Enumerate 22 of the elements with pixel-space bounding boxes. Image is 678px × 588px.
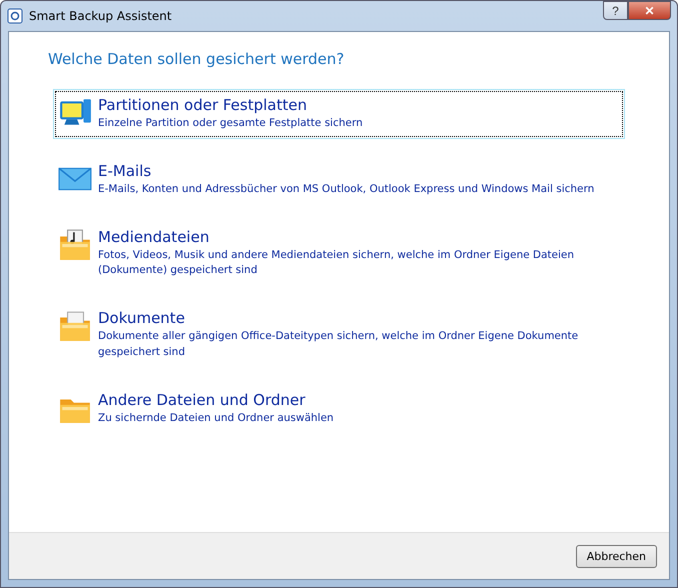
- option-title: E-Mails: [98, 162, 152, 180]
- option-description: Einzelne Partition oder gesamte Festplatte sichern: [98, 116, 363, 131]
- option-title: Mediendateien: [98, 228, 210, 246]
- option-title: Partitionen oder Festplatten: [98, 96, 308, 114]
- option-title: Andere Dateien und Ordner: [98, 390, 306, 408]
- backup-option[interactable]: Mediendateien Fotos, Videos, Musik und andere Mediendateien sichern, welche im Ordner Eigene Dateien (Dokumente) gespeichert sind: [53, 220, 625, 286]
- option-description: Fotos, Videos, Musik und andere Mediendateien sichern, welche im Ordner Eigene Dateien (Dokumente) gespeichert sind: [98, 248, 576, 278]
- help-button[interactable]: ?: [603, 1, 628, 20]
- option-description: Zu sichernde Dateien und Ordner auswählen: [98, 410, 334, 426]
- app-icon: [7, 8, 23, 24]
- document-folder-icon: [58, 309, 92, 343]
- backup-option[interactable]: Dokumente Dokumente aller gängigen Office-Dateitypen sichern, welche im Ordner Eigene Dokumente gespeichert sind: [53, 302, 625, 368]
- option-title: Dokumente: [98, 309, 186, 327]
- backup-option[interactable]: Andere Dateien und Ordner Zu sichernde Dateien und Ordner auswählen: [53, 384, 625, 434]
- backup-option[interactable]: Partitionen oder Festplatten Einzelne Partition oder gesamte Festplatte sichern: [53, 89, 625, 139]
- backup-option[interactable]: E-Mails E-Mails, Konten und Adressbücher von MS Outlook, Outlook Express und Windows Mail sichern: [53, 154, 625, 204]
- music-folder-icon: [58, 228, 92, 262]
- window-title: Smart Backup Assistent: [29, 9, 173, 23]
- option-description: Dokumente aller gängigen Office-Dateitypen sichern, welche im Ordner Eigene Dokumente gespeichert sind: [98, 329, 580, 360]
- cancel-button[interactable]: Abbrechen: [576, 544, 657, 568]
- option-description: E-Mails, Konten und Adressbücher von MS Outlook, Outlook Express und Windows Mail sichern: [98, 182, 594, 197]
- page-heading: Welche Daten sollen gesichert werden?: [48, 50, 346, 68]
